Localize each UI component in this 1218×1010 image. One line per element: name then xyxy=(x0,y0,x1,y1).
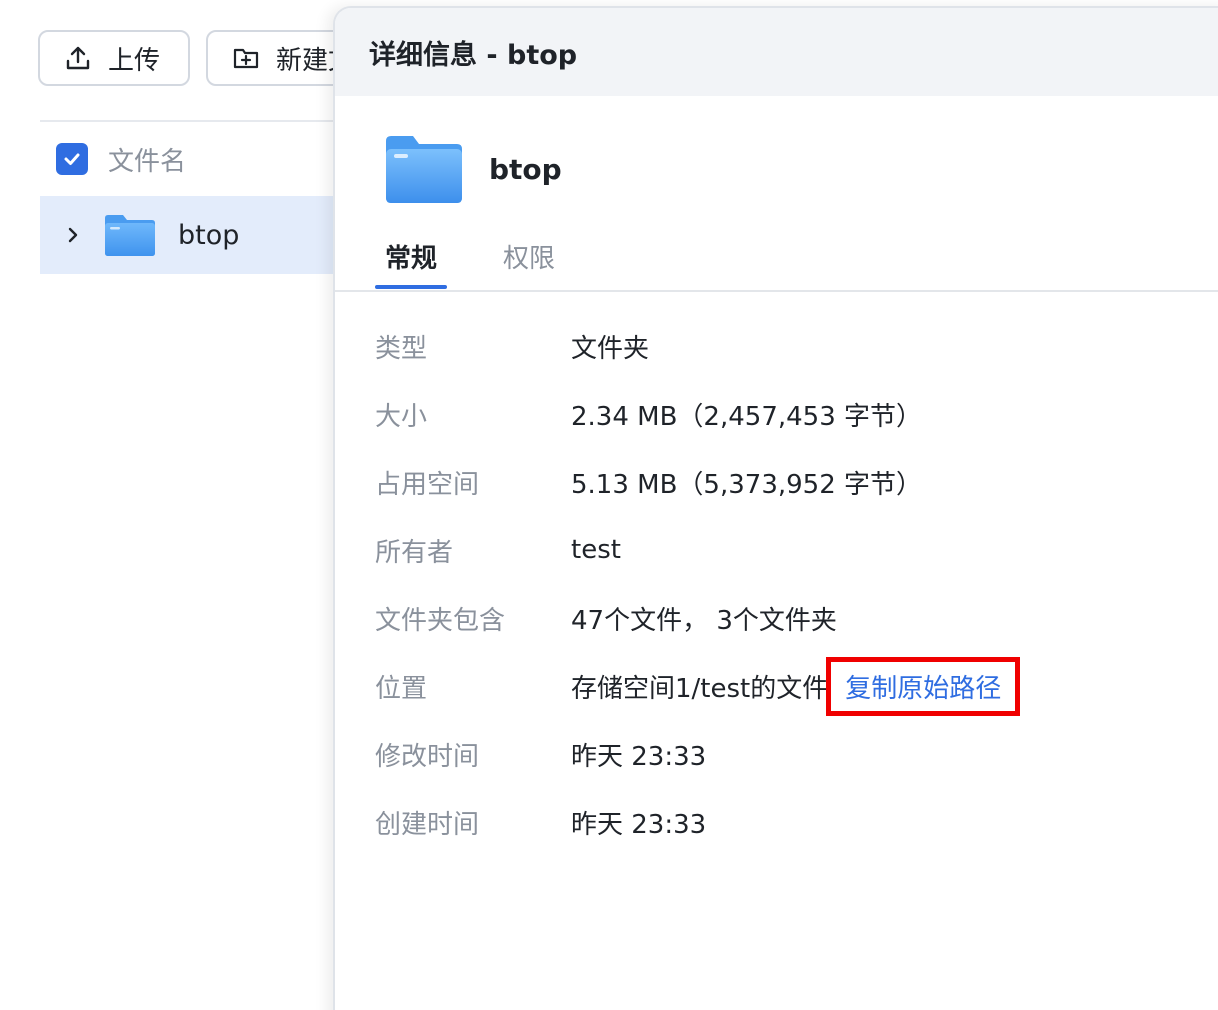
folder-icon xyxy=(386,136,462,203)
property-value: 5.13 MB（5,373,952 字节） xyxy=(571,469,923,500)
upload-icon xyxy=(66,46,90,70)
property-value: 昨天 23:33 xyxy=(571,809,707,840)
location-path: 存储空间1/test的文件 xyxy=(571,673,829,704)
property-disk-usage: 占用空间 5.13 MB（5,373,952 字节） xyxy=(375,448,1215,516)
property-value: test xyxy=(571,535,621,565)
folder-plus-icon xyxy=(233,48,259,69)
item-name: btop xyxy=(489,152,562,186)
upload-button[interactable]: 上传 xyxy=(38,30,190,86)
file-manager-window: 上传 新建文 文件名 btop 详细信息 - btop btop 常规 权限 类… xyxy=(0,0,1218,1010)
filename-column-header[interactable]: 文件名 xyxy=(108,141,186,178)
property-modified-time: 修改时间 昨天 23:33 xyxy=(375,720,1215,788)
details-panel-header: 详细信息 - btop xyxy=(335,8,1218,96)
location-value-group: 存储空间1/test的文件 复制原始路径 xyxy=(571,656,1022,716)
property-label: 文件夹包含 xyxy=(375,605,506,636)
tab-general[interactable]: 常规 xyxy=(385,238,437,275)
property-created-time: 创建时间 昨天 23:33 xyxy=(375,788,1215,856)
chevron-right-icon[interactable] xyxy=(64,226,82,244)
property-value: 昨天 23:33 xyxy=(571,741,707,772)
property-type: 类型 文件夹 xyxy=(375,312,1215,380)
upload-label: 上传 xyxy=(108,45,161,76)
property-label: 修改时间 xyxy=(375,741,480,772)
property-label: 占用空间 xyxy=(375,469,480,500)
details-tabs: 常规 权限 xyxy=(335,230,1218,292)
details-panel: 详细信息 - btop btop 常规 权限 类型 文件夹 大小 2.34 MB… xyxy=(333,6,1218,1010)
select-all-checkbox[interactable] xyxy=(56,143,88,175)
folder-icon xyxy=(105,215,155,256)
copy-original-path-link[interactable]: 复制原始路径 xyxy=(826,656,1021,716)
file-list-header: 文件名 xyxy=(40,120,340,196)
property-label: 类型 xyxy=(375,333,428,364)
property-value: 2.34 MB（2,457,453 字节） xyxy=(571,401,923,432)
property-label: 创建时间 xyxy=(375,809,480,840)
file-row[interactable]: btop xyxy=(40,196,340,274)
property-owner: 所有者 test xyxy=(375,516,1215,584)
property-label: 所有者 xyxy=(375,537,454,568)
property-label: 大小 xyxy=(375,401,428,432)
property-size: 大小 2.34 MB（2,457,453 字节） xyxy=(375,380,1215,448)
property-value: 47个文件， 3个文件夹 xyxy=(571,605,837,636)
active-tab-indicator xyxy=(375,285,447,289)
property-value: 文件夹 xyxy=(571,333,650,364)
checkmark-icon xyxy=(64,153,80,165)
item-summary: btop xyxy=(385,134,562,204)
tab-permissions[interactable]: 权限 xyxy=(503,238,555,275)
properties-list: 类型 文件夹 大小 2.34 MB（2,457,453 字节） 占用空间 5.1… xyxy=(375,312,1215,856)
property-contents: 文件夹包含 47个文件， 3个文件夹 xyxy=(375,584,1215,652)
details-panel-title: 详细信息 - btop xyxy=(369,39,578,71)
file-row-name: btop xyxy=(178,219,240,251)
property-location: 位置 存储空间1/test的文件 复制原始路径 xyxy=(375,652,1215,720)
toolbar: 上传 新建文 xyxy=(38,30,366,86)
property-label: 位置 xyxy=(375,673,428,704)
